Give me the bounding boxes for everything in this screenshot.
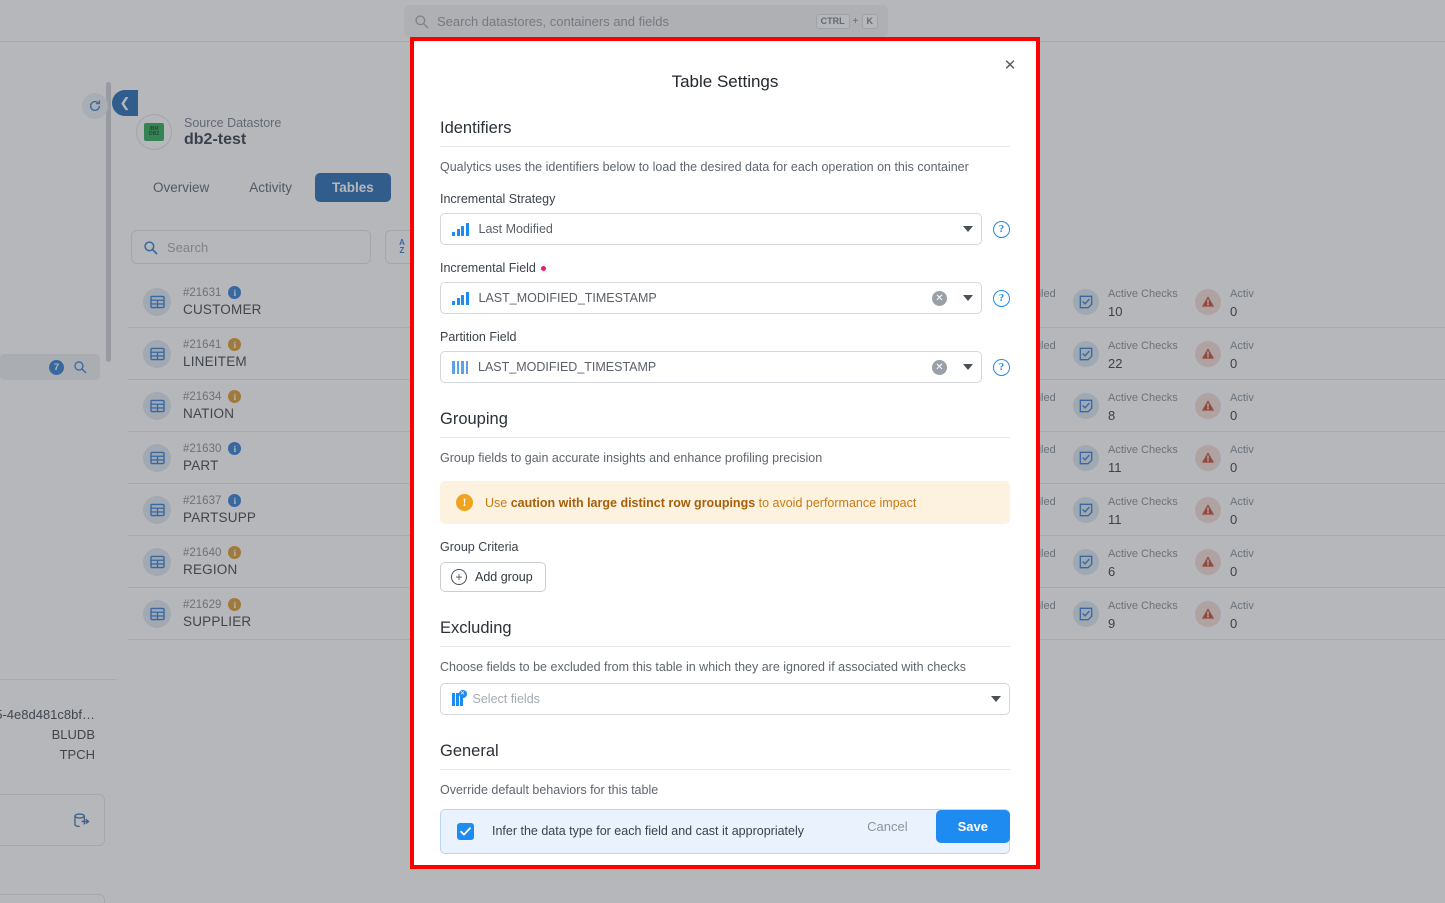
section-divider — [440, 146, 1010, 147]
add-group-label: Add group — [475, 570, 533, 584]
group-criteria-label: Group Criteria — [440, 540, 1010, 554]
incremental-strategy-value: Last Modified — [479, 222, 948, 236]
cancel-button[interactable]: Cancel — [857, 812, 917, 841]
excluding-description: Choose fields to be excluded from this t… — [440, 658, 1010, 676]
partition-field-label-text: Partition Field — [440, 330, 516, 344]
grouping-warning-text: Use caution with large distinct row grou… — [485, 496, 916, 510]
partition-field-value: LAST_MODIFIED_TIMESTAMP — [478, 360, 922, 374]
excluding-row: ✕ Select fields — [440, 683, 1010, 715]
incremental-field-label: Incremental Field — [440, 261, 1010, 275]
help-circle-icon[interactable]: ? — [993, 221, 1010, 238]
incremental-field-value: LAST_MODIFIED_TIMESTAMP — [479, 291, 923, 305]
incremental-strategy-select[interactable]: Last Modified — [440, 213, 982, 245]
partition-field-label: Partition Field — [440, 330, 1010, 344]
exclude-fields-select[interactable]: ✕ Select fields — [440, 683, 1010, 715]
page-title: Table Settings — [440, 41, 1010, 92]
section-heading-excluding: Excluding — [440, 619, 1010, 638]
incremental-strategy-label-text: Incremental Strategy — [440, 192, 555, 206]
columns-icon — [452, 361, 468, 374]
identifiers-description: Qualytics uses the identifiers below to … — [440, 158, 1010, 176]
section-divider — [440, 646, 1010, 647]
incremental-strategy-label: Incremental Strategy — [440, 192, 1010, 206]
plus-circle-icon: + — [451, 569, 467, 585]
chevron-down-icon[interactable] — [963, 226, 973, 232]
warning-icon: ! — [456, 494, 473, 511]
warning-prefix: Use — [485, 496, 511, 510]
help-circle-icon[interactable]: ? — [993, 359, 1010, 376]
clear-circle-icon[interactable]: ✕ — [932, 291, 947, 306]
bar-chart-icon — [452, 223, 469, 236]
modal-footer: Cancel Save — [857, 810, 1010, 843]
partition-field-row: LAST_MODIFIED_TIMESTAMP ✕ ? — [440, 351, 1010, 383]
incremental-field-select[interactable]: LAST_MODIFIED_TIMESTAMP ✕ — [440, 282, 982, 314]
section-heading-general: General — [440, 742, 1010, 761]
infer-data-type-checkbox[interactable] — [457, 823, 474, 840]
add-group-button[interactable]: + Add group — [440, 562, 546, 592]
bar-chart-icon — [452, 292, 469, 305]
incremental-strategy-row: Last Modified ? — [440, 213, 1010, 245]
incremental-field-row: LAST_MODIFIED_TIMESTAMP ✕ ? — [440, 282, 1010, 314]
grouping-warning-banner: ! Use caution with large distinct row gr… — [440, 481, 1010, 524]
section-divider — [440, 769, 1010, 770]
chevron-down-icon[interactable] — [991, 696, 1001, 702]
table-settings-modal: ✕ Table Settings Identifiers Qualytics u… — [410, 37, 1040, 869]
warning-suffix: to avoid performance impact — [755, 496, 916, 510]
help-circle-icon[interactable]: ? — [993, 290, 1010, 307]
infer-data-type-label: Infer the data type for each field and c… — [492, 824, 804, 838]
chevron-down-icon[interactable] — [963, 295, 973, 301]
checkmark-icon — [460, 827, 471, 836]
section-heading-identifiers: Identifiers — [440, 119, 1010, 138]
warning-bold: caution with large distinct row grouping… — [511, 496, 755, 510]
section-divider — [440, 437, 1010, 438]
save-button[interactable]: Save — [936, 810, 1010, 843]
general-description: Override default behaviors for this tabl… — [440, 781, 1010, 799]
clear-circle-icon[interactable]: ✕ — [932, 360, 947, 375]
chevron-down-icon[interactable] — [963, 364, 973, 370]
grouping-description: Group fields to gain accurate insights a… — [440, 449, 1010, 467]
incremental-field-label-text: Incremental Field — [440, 261, 536, 275]
close-icon[interactable]: ✕ — [998, 53, 1022, 77]
partition-field-select[interactable]: LAST_MODIFIED_TIMESTAMP ✕ — [440, 351, 982, 383]
exclude-fields-placeholder: Select fields — [473, 692, 976, 706]
columns-exclude-icon: ✕ — [452, 693, 463, 706]
section-heading-grouping: Grouping — [440, 410, 1010, 429]
required-indicator — [541, 266, 546, 271]
